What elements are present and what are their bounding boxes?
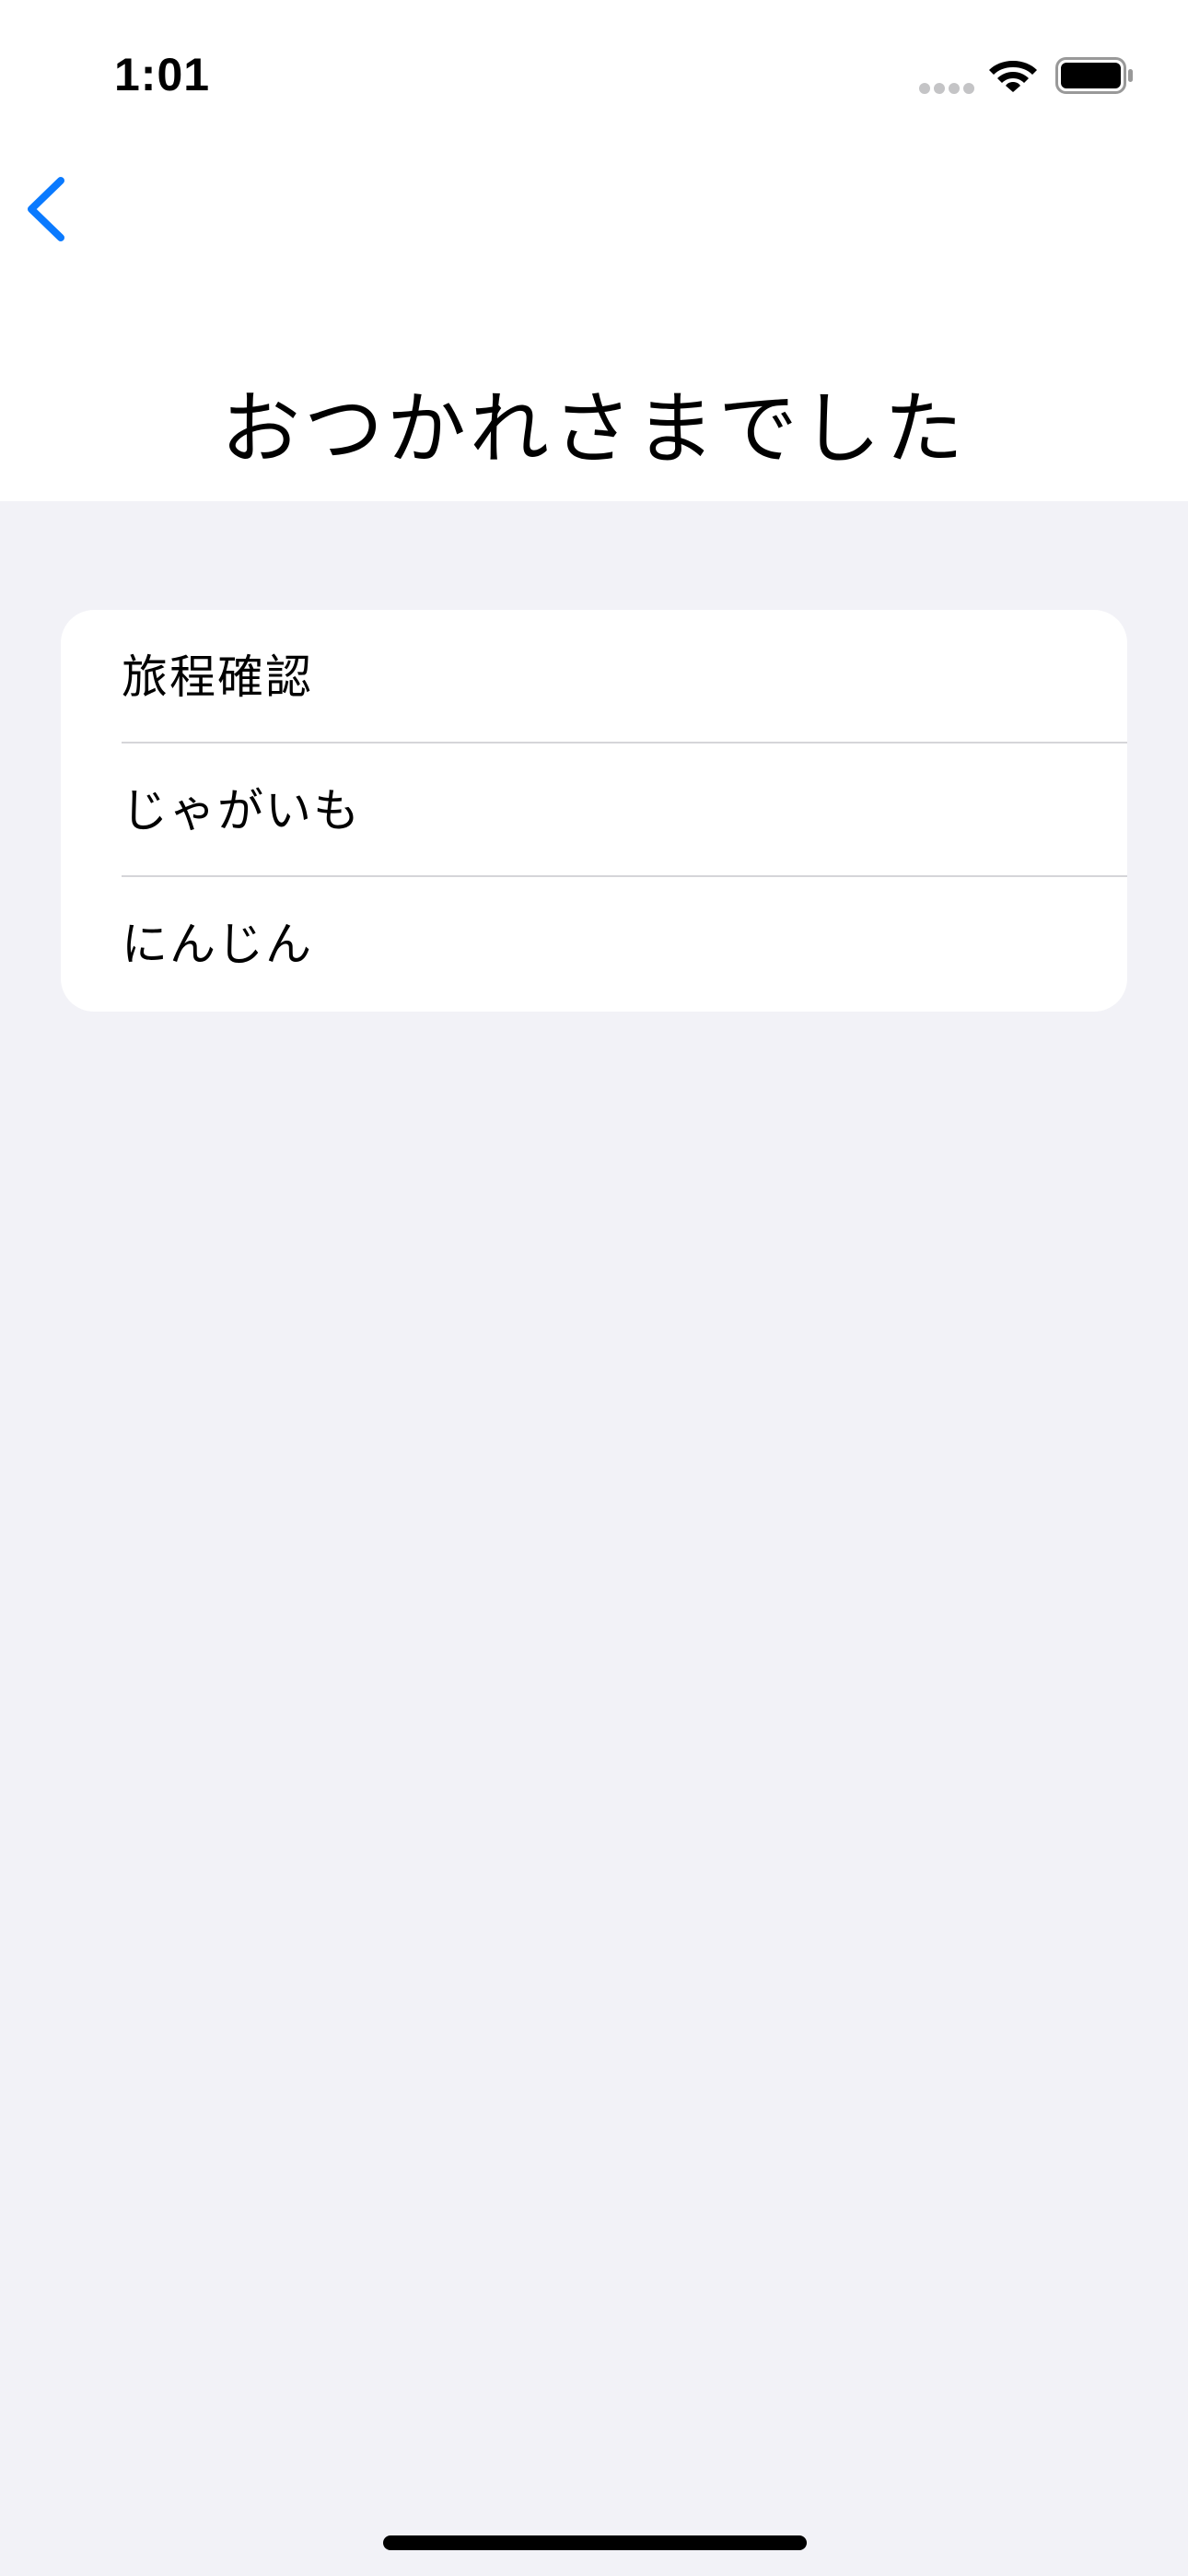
home-indicator[interactable]	[383, 2535, 807, 2550]
list-item-itinerary[interactable]: 旅程確認	[61, 610, 1127, 744]
battery-full-icon	[1055, 57, 1133, 94]
navigation-header: 1:01 おつかれさまでした	[0, 0, 1188, 501]
menu-list: 旅程確認 じゃがいも にんじん	[61, 610, 1127, 1012]
list-item-label: にんじん	[122, 918, 313, 971]
back-button[interactable]	[17, 168, 81, 251]
wifi-icon	[989, 61, 1037, 92]
list-item-label: 旅程確認	[122, 650, 313, 704]
status-bar-time: 1:01	[114, 49, 211, 100]
chevron-left-icon	[28, 177, 64, 241]
list-item-label: じゃがいも	[122, 784, 361, 837]
cellular-signal-icon	[919, 83, 974, 94]
list-item-carrot[interactable]: にんじん	[61, 877, 1127, 1012]
page-title: おつかれさまでした	[221, 382, 967, 475]
list-item-potato[interactable]: じゃがいも	[61, 744, 1127, 877]
